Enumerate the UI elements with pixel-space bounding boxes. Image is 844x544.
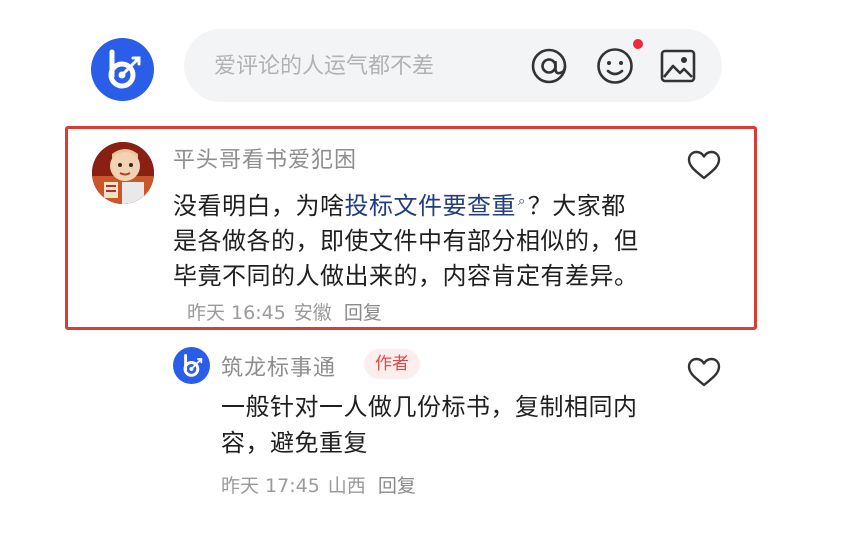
- reply-reply-button[interactable]: 回复: [378, 475, 416, 497]
- comment-text-before: 没看明白，为啥: [173, 192, 345, 220]
- emoji-icon[interactable]: [596, 47, 634, 85]
- comment-location: 安徽: [293, 302, 332, 324]
- commenter-avatar[interactable]: [92, 142, 154, 204]
- search-icon[interactable]: ⌕: [518, 194, 526, 209]
- reply-author-avatar[interactable]: [173, 347, 210, 384]
- reply-location: 山西: [327, 475, 366, 497]
- reply-author-name[interactable]: 筑龙标事通: [221, 350, 336, 382]
- notification-dot: [633, 39, 643, 49]
- reply-like-heart-icon[interactable]: [687, 357, 721, 387]
- brand-logo-icon: [108, 49, 140, 88]
- comment-like-heart-icon[interactable]: [687, 150, 721, 180]
- search-keyword-link[interactable]: 投标文件要查重: [345, 192, 517, 220]
- comment-input[interactable]: [212, 29, 516, 104]
- commenter-avatar-image: [92, 142, 154, 204]
- reply-text: 一般针对一人做几份标书，复制相同内容，避免重复: [221, 393, 638, 457]
- comment-meta: 昨天 16:45 安徽 回复: [187, 302, 382, 324]
- reply-meta: 昨天 17:45 山西 回复: [221, 471, 416, 498]
- comment-reply-button[interactable]: 回复: [344, 302, 382, 324]
- author-badge: 作者: [364, 349, 420, 379]
- comment-composer: [184, 29, 722, 104]
- image-icon[interactable]: [659, 47, 697, 85]
- brand-logo-icon: [183, 353, 202, 377]
- at-icon[interactable]: [530, 47, 568, 85]
- commenter-name[interactable]: 平头哥看书爱犯困: [173, 142, 357, 174]
- current-user-avatar[interactable]: [91, 38, 154, 101]
- comment-text: 没看明白，为啥投标文件要查重 ⌕？大家都是各做各的，即使文件中有部分相似的，但毕竟…: [173, 184, 643, 331]
- reply-time: 昨天 17:45: [221, 475, 320, 497]
- comment-time: 昨天 16:45: [187, 302, 286, 324]
